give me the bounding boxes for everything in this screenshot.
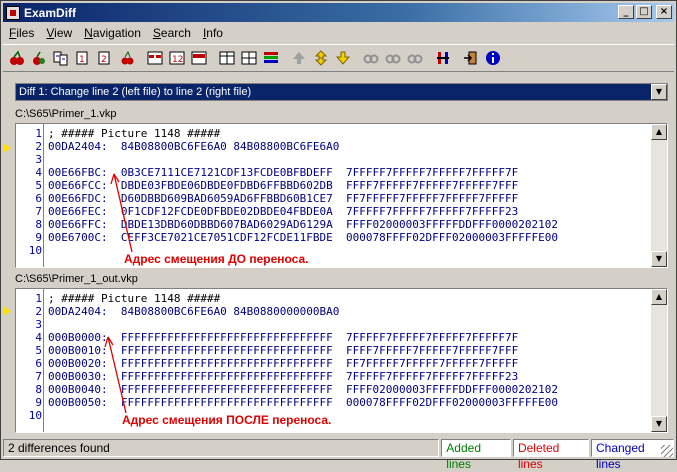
show-diffs-1-icon[interactable] [145, 48, 165, 68]
exit-icon[interactable] [461, 48, 481, 68]
edit-second-file-icon[interactable]: 2 [95, 48, 115, 68]
next-diff-icon[interactable] [333, 48, 353, 68]
menu-search[interactable]: Search [147, 26, 197, 40]
annotation-after-offset: Адрес смещения ПОСЛЕ переноса. [122, 413, 332, 427]
annotation-arrow-left [110, 173, 133, 253]
colors-icon[interactable] [261, 48, 281, 68]
split-vertical-icon[interactable] [217, 48, 237, 68]
split-horizontal-icon[interactable] [239, 48, 259, 68]
options-icon[interactable] [433, 48, 453, 68]
legend-deleted-lines: Deleted lines [512, 439, 589, 471]
menu-navigation[interactable]: Navigation [78, 26, 147, 40]
svg-text:2: 2 [101, 55, 107, 65]
current-diff-marker-icon [3, 306, 11, 316]
close-button[interactable]: × [656, 5, 672, 19]
show-diffs-2-icon[interactable]: 12 [167, 48, 187, 68]
prev-diff-icon[interactable] [311, 48, 331, 68]
find-icon[interactable] [361, 48, 381, 68]
right-file-pane[interactable]: 1 2 3 4 5 6 7 8 9 10 ; ##### Picture 114… [15, 288, 668, 433]
chevron-down-icon[interactable]: ▼ [651, 84, 667, 100]
cherry-icon[interactable] [29, 48, 49, 68]
left-file-pane[interactable]: 1 2 3 4 5 6 7 8 9 10 ; ##### Picture 114… [15, 123, 668, 268]
legend-added-lines: Added lines [441, 439, 511, 471]
info-icon[interactable] [483, 48, 503, 68]
current-diff-marker-icon [3, 143, 11, 153]
edit-file-icon[interactable]: 1 [73, 48, 93, 68]
menu-bar: Files View Navigation Search Info [3, 23, 229, 43]
compare-files-icon[interactable] [51, 48, 71, 68]
status-bar: 2 differences found Added lines Deleted … [3, 439, 674, 471]
diff-selector-value: Diff 1: Change line 2 (left file) to lin… [19, 86, 252, 98]
maximize-button[interactable]: □ [636, 5, 652, 19]
examdiff-window: ExamDiff _ □ × Files View Navigation Sea… [0, 0, 677, 471]
menu-info[interactable]: Info [197, 26, 229, 40]
find-prev-icon[interactable] [405, 48, 425, 68]
cherries-icon[interactable] [7, 48, 27, 68]
annotation-arrow-right [104, 336, 127, 414]
title-bar[interactable]: ExamDiff _ □ × [3, 3, 674, 22]
app-icon [6, 5, 20, 20]
toolbar: 1 2 12 [3, 44, 674, 72]
resize-grip-icon[interactable] [661, 445, 673, 457]
right-file-path: C:\S65\Primer_1_out.vkp [15, 273, 138, 285]
menu-view[interactable]: View [40, 26, 78, 40]
recompare-icon[interactable] [117, 48, 137, 68]
left-file-path: C:\S65\Primer_1.vkp [15, 108, 117, 120]
show-diffs-3-icon[interactable] [189, 48, 209, 68]
annotation-before-offset: Адрес смещения ДО переноса. [124, 252, 309, 266]
window-title: ExamDiff [24, 5, 77, 20]
svg-text:1: 1 [79, 55, 85, 65]
minimize-button[interactable]: _ [618, 5, 634, 19]
first-diff-icon[interactable] [289, 48, 309, 68]
svg-text:12: 12 [172, 55, 183, 65]
find-next-icon[interactable] [383, 48, 403, 68]
status-message: 2 differences found [3, 439, 440, 457]
diff-selector[interactable]: Diff 1: Change line 2 (left file) to lin… [15, 83, 668, 101]
menu-files[interactable]: Files [3, 26, 40, 40]
